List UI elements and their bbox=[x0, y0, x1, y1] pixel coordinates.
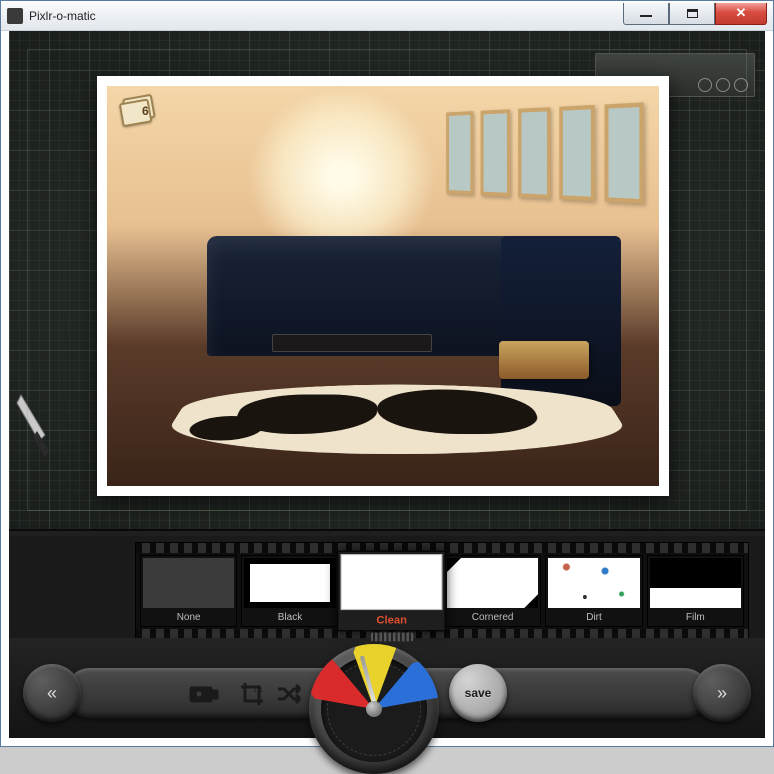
next-button[interactable]: » bbox=[693, 664, 751, 722]
drag-handle-icon[interactable] bbox=[370, 632, 413, 641]
filter-thumb-black[interactable]: ★ Black bbox=[241, 555, 338, 627]
filter-label: Dirt bbox=[546, 610, 641, 626]
chevron-right-icon: » bbox=[717, 683, 727, 704]
filter-thumb-dirt[interactable]: ★ Dirt bbox=[545, 555, 642, 627]
filter-thumb-cornered[interactable]: ★ Cornered bbox=[444, 555, 541, 627]
filter-thumb-clean[interactable]: ★ Clean bbox=[337, 551, 446, 632]
camera-button[interactable] bbox=[187, 680, 221, 708]
filter-label: Film bbox=[648, 610, 743, 626]
app-window: Pixlr-o-matic ✕ bbox=[0, 0, 774, 747]
app-icon bbox=[7, 8, 23, 24]
photo-count-value: 6 bbox=[142, 104, 149, 118]
save-label: save bbox=[465, 686, 492, 700]
save-button[interactable]: save bbox=[449, 664, 507, 722]
filter-label: Black bbox=[242, 610, 337, 626]
photo-preview[interactable]: 6 bbox=[97, 76, 669, 496]
svg-text:1:1: 1:1 bbox=[253, 687, 263, 694]
maximize-button[interactable] bbox=[669, 3, 715, 25]
photo-image: 6 bbox=[107, 86, 659, 486]
prev-button[interactable]: « bbox=[23, 664, 81, 722]
close-button[interactable]: ✕ bbox=[715, 3, 767, 25]
filter-label: Clean bbox=[338, 612, 445, 630]
filmstrip-track[interactable]: ★ None ★ Black ★ Clean ★ Cornered bbox=[135, 542, 749, 640]
filter-thumb-none[interactable]: ★ None bbox=[140, 555, 237, 627]
filter-label: Cornered bbox=[445, 610, 540, 626]
dial-face bbox=[321, 656, 427, 762]
effect-dial[interactable] bbox=[309, 644, 439, 774]
filmstrip: ★ None ★ Black ★ Clean ★ Cornered bbox=[9, 536, 765, 646]
chevron-left-icon: « bbox=[47, 683, 57, 704]
title-bar[interactable]: Pixlr-o-matic ✕ bbox=[1, 1, 773, 31]
filter-thumb-film[interactable]: ★ Film bbox=[647, 555, 744, 627]
app-body: 6 ★ None ★ Black ★ bbox=[9, 31, 765, 738]
window-controls: ✕ bbox=[623, 7, 767, 25]
workspace-mat: 6 bbox=[9, 31, 765, 531]
shuffle-button[interactable] bbox=[273, 680, 307, 708]
filter-label: None bbox=[141, 610, 236, 626]
crop-button[interactable]: 1:1 bbox=[235, 680, 269, 708]
bottom-toolbar: « » 1:1 save bbox=[9, 638, 765, 738]
photo-count-badge[interactable]: 6 bbox=[119, 91, 161, 127]
knife-decoration bbox=[13, 391, 57, 461]
minimize-button[interactable] bbox=[623, 3, 669, 25]
window-title: Pixlr-o-matic bbox=[29, 9, 623, 23]
